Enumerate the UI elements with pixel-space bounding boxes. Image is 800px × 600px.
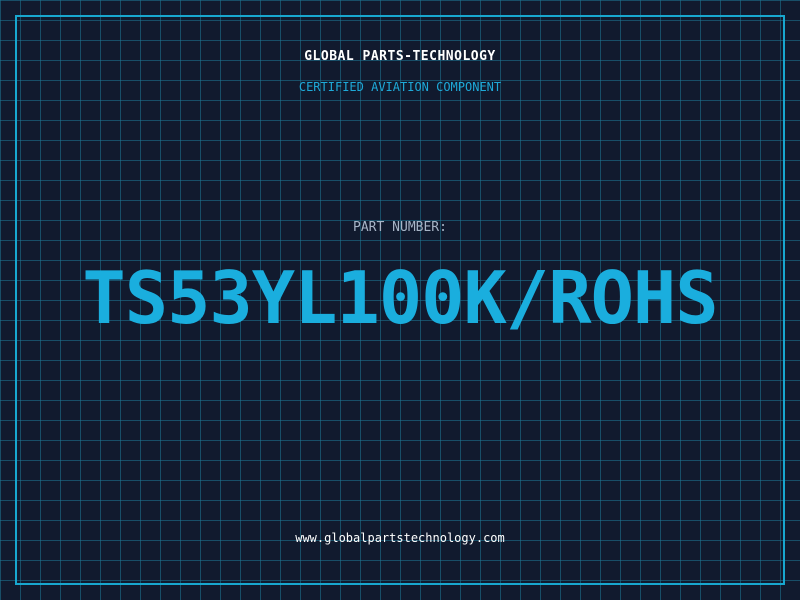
part-number-label: PART NUMBER: — [353, 220, 447, 235]
company-tagline: CERTIFIED AVIATION COMPONENT — [298, 80, 502, 94]
company-name: GLOBAL PARTS-TECHNOLOGY — [304, 49, 496, 64]
website-url: www.globalpartstechnology.com — [295, 531, 505, 545]
part-number-value: TS53YL100K/ROHS — [82, 256, 718, 340]
part-card: GLOBAL PARTS-TECHNOLOGY CERTIFIED AVIATI… — [0, 0, 800, 600]
